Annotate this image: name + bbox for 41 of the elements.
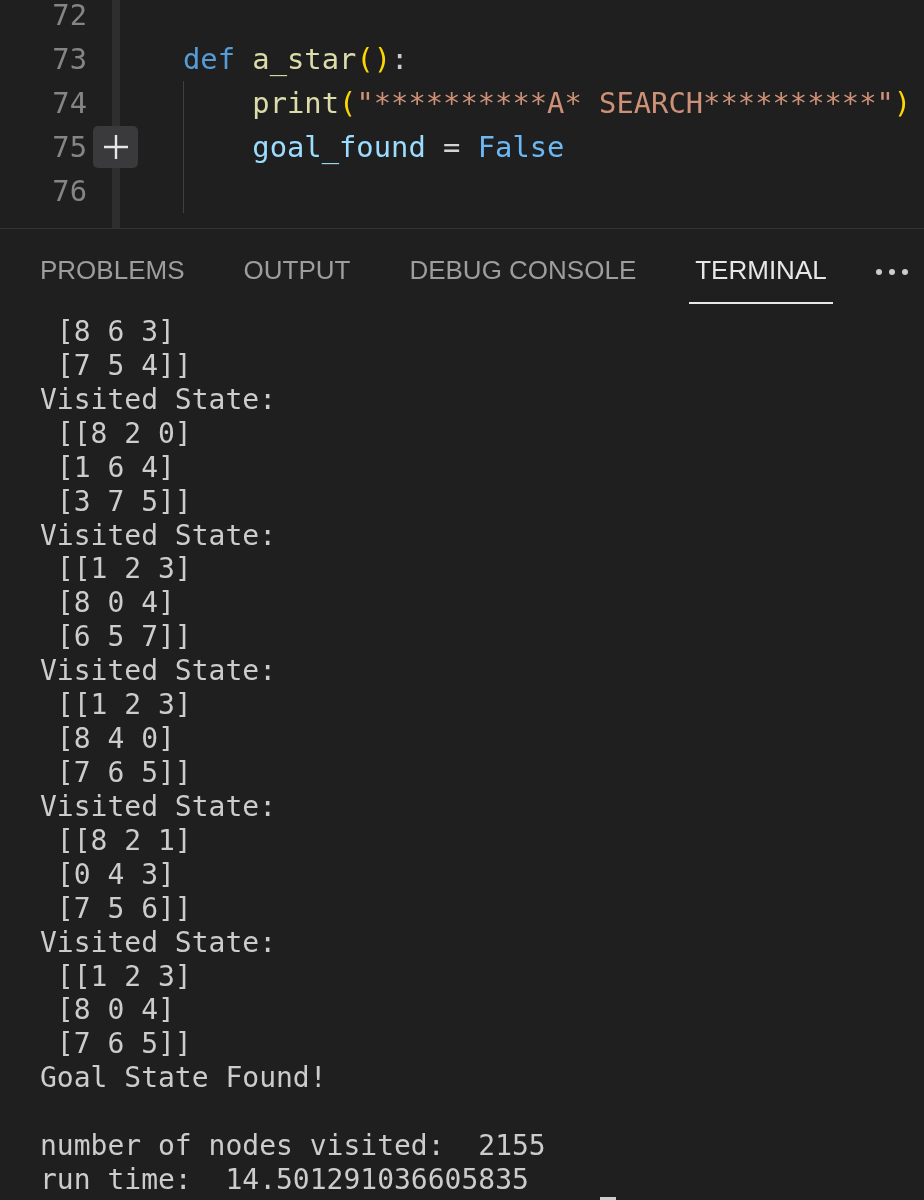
plus-icon xyxy=(103,135,128,159)
line-number: 76 xyxy=(52,176,87,206)
text-cursor-icon xyxy=(600,1196,616,1200)
terminal-line: number of nodes visited: 2155 xyxy=(40,1129,546,1164)
add-comment-button[interactable] xyxy=(93,126,138,168)
terminal-line: Visited State: xyxy=(40,382,276,417)
panel-tab[interactable]: PROBLEMS xyxy=(34,229,191,304)
terminal-line: Visited State: xyxy=(40,518,276,553)
terminal-line: [8 4 0] xyxy=(55,722,175,756)
more-icon[interactable] xyxy=(876,268,908,275)
terminal-line: Visited State: xyxy=(40,654,276,689)
line-number: 74 xyxy=(52,88,87,118)
terminal-line: [7 6 5]] xyxy=(55,1027,192,1062)
terminal-line: run time: 14.501291036605835 xyxy=(40,1163,529,1197)
code-line: print("**********A* SEARCH**********") xyxy=(252,88,912,118)
terminal-line: Goal State Found! xyxy=(40,1061,327,1096)
terminal-line: [6 5 7]] xyxy=(55,620,192,655)
terminal-line: Visited State: xyxy=(40,925,276,960)
terminal-line: [8 6 3] xyxy=(55,315,175,349)
terminal-line: [[8 2 1] xyxy=(55,823,192,858)
terminal-line: [7 6 5]] xyxy=(55,756,192,790)
terminal-line: [[8 2 0] xyxy=(55,416,192,451)
terminal-line: [0 4 3] xyxy=(55,857,175,892)
line-number: 72 xyxy=(52,0,87,30)
terminal-line: [7 5 6]] xyxy=(55,891,192,926)
terminal-line: [8 0 4] xyxy=(55,586,175,621)
panel-tab[interactable]: DEBUG CONSOLE xyxy=(403,229,643,304)
terminal-line: [8 0 4] xyxy=(55,993,175,1028)
terminal-line: [[1 2 3] xyxy=(55,552,192,587)
terminal-line: [7 5 4]] xyxy=(55,348,192,383)
panel-tab[interactable]: TERMINAL xyxy=(689,229,833,304)
terminal-line: [3 7 5]] xyxy=(55,484,192,519)
line-number: 75 xyxy=(52,132,87,162)
code-line: goal_found = False xyxy=(252,132,565,162)
code-line: def a_star(): xyxy=(183,44,409,74)
panel-tab[interactable]: OUTPUT xyxy=(237,229,357,304)
terminal-line: [1 6 4] xyxy=(55,450,175,485)
terminal-line: [[1 2 3] xyxy=(55,959,192,994)
terminal-line: [[1 2 3] xyxy=(55,688,192,723)
line-number: 73 xyxy=(52,44,87,74)
terminal-line: Visited State: xyxy=(40,789,276,824)
